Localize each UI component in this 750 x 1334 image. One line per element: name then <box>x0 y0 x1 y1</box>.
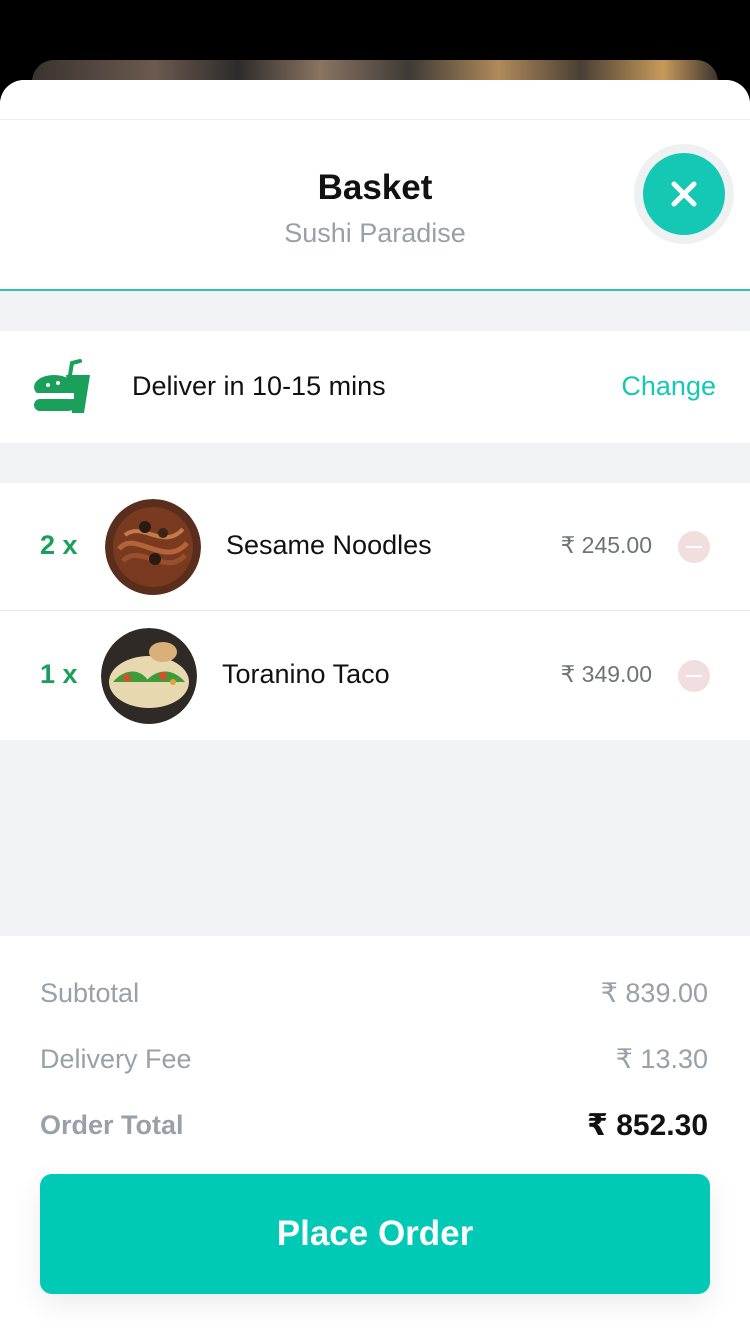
close-icon <box>671 181 697 207</box>
remove-item-button[interactable] <box>678 531 710 563</box>
sheet-top-strip <box>0 80 750 120</box>
basket-sheet: Basket Sushi Paradise Deliver in 10-15 m… <box>0 80 750 1334</box>
item-quantity: 2 x <box>40 530 78 560</box>
order-summary: Subtotal ₹ 839.00 Delivery Fee ₹ 13.30 O… <box>0 936 750 1334</box>
order-total-value: ₹ 852.30 <box>587 1109 708 1142</box>
minus-icon <box>686 675 702 677</box>
minus-icon <box>686 546 702 548</box>
noodles-photo <box>105 499 201 595</box>
item-name: Toranino Taco <box>222 659 390 689</box>
basket-header: Basket Sushi Paradise <box>0 120 750 291</box>
subtotal-value: ₹ 839.00 <box>600 978 708 1008</box>
close-button-ring <box>634 144 734 244</box>
item-quantity: 1 x <box>40 659 78 689</box>
change-delivery-link[interactable]: Change <box>621 371 716 402</box>
order-total-label: Order Total <box>40 1110 184 1140</box>
list-item: 2 x Sesame Noodles ₹ 245.00 <box>0 483 750 611</box>
delivery-time-text: Deliver in 10-15 mins <box>132 371 386 401</box>
subtotal-label: Subtotal <box>40 978 140 1008</box>
remove-item-button[interactable] <box>678 660 710 692</box>
restaurant-name: Sushi Paradise <box>284 218 466 248</box>
close-button[interactable] <box>643 153 725 235</box>
place-order-button[interactable]: Place Order <box>40 1174 710 1294</box>
item-name: Sesame Noodles <box>226 530 432 560</box>
takeaway-food-icon <box>34 359 90 413</box>
delivery-time-row: Deliver in 10-15 mins Change <box>0 331 750 443</box>
delivery-fee-value: ₹ 13.30 <box>615 1044 708 1074</box>
item-price: ₹ 245.00 <box>560 532 652 558</box>
taco-photo <box>101 628 197 724</box>
delivery-fee-label: Delivery Fee <box>40 1044 192 1074</box>
item-price: ₹ 349.00 <box>560 661 652 687</box>
list-item: 1 x Toranino Taco ₹ 349.00 <box>0 612 750 740</box>
basket-items-list: 2 x Sesame Noodles ₹ 245.00 1 x Toranino… <box>0 483 750 740</box>
